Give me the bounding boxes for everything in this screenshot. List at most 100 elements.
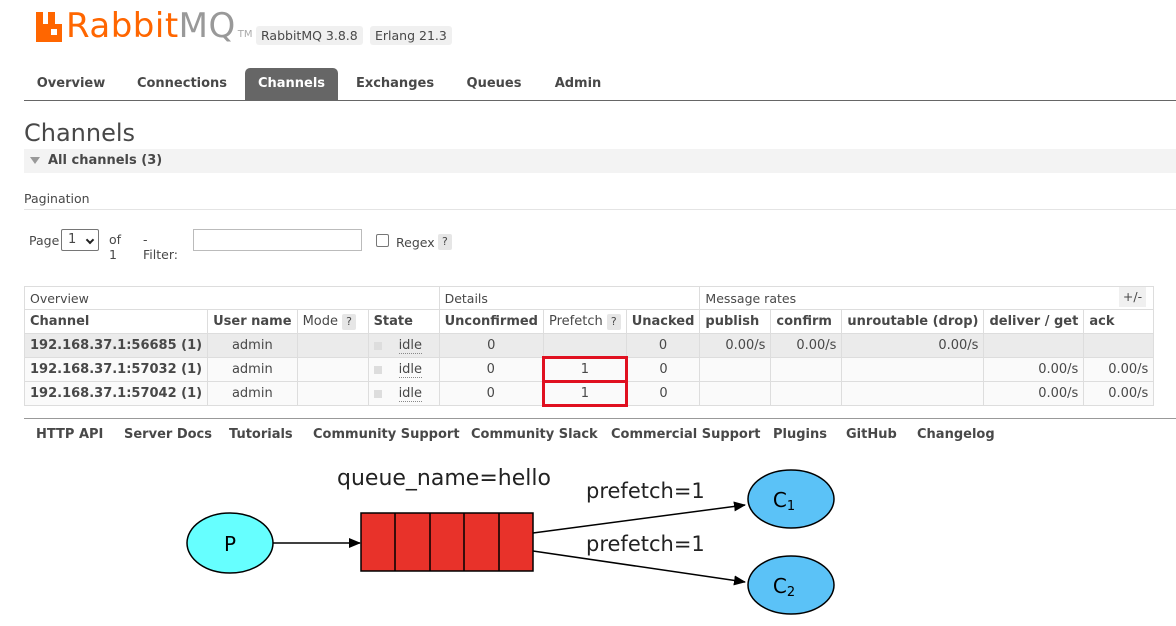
prefetch-diagram: queue_name=hello P prefetch=1 prefetch=1… bbox=[186, 466, 835, 615]
tab-connections[interactable]: Connections bbox=[126, 68, 238, 100]
tab-overview[interactable]: Overview bbox=[24, 68, 118, 100]
channel-link[interactable]: 192.168.37.1:57032 (1) bbox=[23, 357, 209, 382]
unacked-cell: 0 bbox=[625, 357, 701, 382]
tab-queues[interactable]: Queues bbox=[452, 68, 536, 100]
main-nav: Overview Connections Channels Exchanges … bbox=[24, 68, 1176, 101]
channel-link[interactable]: 192.168.37.1:56685 (1) bbox=[23, 333, 209, 358]
col-confirm[interactable]: confirm bbox=[770, 309, 843, 334]
ack-rate-cell bbox=[1083, 333, 1155, 358]
col-prefetch-label: Prefetch bbox=[548, 313, 603, 329]
producer-label: P bbox=[224, 532, 236, 556]
col-unconfirmed[interactable]: Unconfirmed bbox=[438, 309, 544, 334]
queue-node bbox=[360, 512, 534, 572]
state-value: idle bbox=[398, 362, 423, 378]
col-user-name[interactable]: User name bbox=[207, 309, 298, 334]
filter-input[interactable] bbox=[193, 229, 362, 251]
mode-cell bbox=[296, 357, 369, 382]
deliver-rate-cell bbox=[983, 333, 1085, 358]
user-name-cell: admin bbox=[207, 333, 298, 358]
confirm-rate-cell: 0.00/s bbox=[770, 333, 843, 358]
channel-link[interactable]: 192.168.37.1:57042 (1) bbox=[23, 381, 209, 406]
collapse-triangle-icon bbox=[30, 157, 40, 164]
unroutable-rate-cell bbox=[841, 381, 985, 406]
unroutable-rate-cell: 0.00/s bbox=[841, 333, 985, 358]
col-channel[interactable]: Channel bbox=[23, 309, 209, 334]
pagination-divider bbox=[24, 209, 1176, 210]
col-mode: Mode ? bbox=[296, 309, 369, 334]
footer-link-commercial-support[interactable]: Commercial Support bbox=[611, 427, 761, 442]
footer-divider bbox=[24, 418, 1176, 419]
ack-rate-cell: 0.00/s bbox=[1083, 381, 1155, 406]
unconfirmed-cell: 0 bbox=[438, 357, 544, 382]
rabbitmq-logo-icon bbox=[36, 12, 62, 42]
footer-link-plugins[interactable]: Plugins bbox=[773, 427, 827, 442]
pagination-label: Pagination bbox=[24, 191, 90, 206]
mode-cell bbox=[296, 333, 369, 358]
tab-exchanges[interactable]: Exchanges bbox=[346, 68, 444, 100]
footer-link-community-support[interactable]: Community Support bbox=[313, 427, 460, 442]
ack-rate-cell: 0.00/s bbox=[1083, 357, 1155, 382]
page-label: Page bbox=[29, 233, 60, 248]
unacked-cell: 0 bbox=[625, 381, 701, 406]
table-row: 192.168.37.1:56685 (1) admin idle 0 0 0.… bbox=[23, 333, 1155, 358]
regex-checkbox[interactable] bbox=[376, 234, 389, 247]
trademark: TM bbox=[237, 29, 253, 40]
table-row: 192.168.37.1:57042 (1) admin idle 0 1 0 … bbox=[23, 380, 1155, 407]
prefetch-help-button[interactable]: ? bbox=[606, 313, 621, 330]
unconfirmed-cell: 0 bbox=[438, 333, 544, 358]
col-state[interactable]: State bbox=[367, 309, 440, 334]
col-deliver-get[interactable]: deliver / get bbox=[983, 309, 1085, 334]
state-cell: idle bbox=[367, 333, 440, 358]
unacked-cell: 0 bbox=[625, 333, 701, 358]
regex-help-button[interactable]: ? bbox=[438, 234, 452, 250]
column-toggle-button[interactable]: +/- bbox=[1119, 287, 1146, 307]
footer-link-changelog[interactable]: Changelog bbox=[917, 427, 995, 442]
user-name-cell: admin bbox=[207, 357, 298, 382]
footer-link-server-docs[interactable]: Server Docs bbox=[124, 427, 212, 442]
footer-link-community-slack[interactable]: Community Slack bbox=[471, 427, 598, 442]
mode-help-button[interactable]: ? bbox=[342, 313, 356, 330]
mode-cell bbox=[296, 381, 369, 406]
col-unacked[interactable]: Unacked bbox=[625, 309, 701, 334]
user-name-cell: admin bbox=[207, 381, 298, 406]
group-message-rates: Message rates bbox=[699, 286, 1155, 310]
col-unroutable[interactable]: unroutable (drop) bbox=[841, 309, 985, 334]
state-cell: idle bbox=[367, 357, 440, 382]
confirm-rate-cell bbox=[770, 381, 843, 406]
erlang-version: Erlang 21.3 bbox=[370, 26, 452, 45]
page-select[interactable]: 1 bbox=[61, 229, 99, 251]
state-cell: idle bbox=[367, 381, 440, 406]
footer-link-github[interactable]: GitHub bbox=[846, 427, 897, 442]
publish-rate-cell: 0.00/s bbox=[699, 333, 772, 358]
logo-text-mq: MQ bbox=[178, 6, 236, 46]
state-value: idle bbox=[398, 386, 423, 402]
confirm-rate-cell bbox=[770, 357, 843, 382]
filter-label: - Filter: bbox=[143, 232, 178, 262]
page-title: Channels bbox=[24, 119, 136, 147]
publish-rate-cell bbox=[699, 357, 772, 382]
state-indicator-icon bbox=[373, 389, 382, 398]
prefetch-cell-highlighted: 1 bbox=[541, 356, 628, 383]
deliver-rate-cell: 0.00/s bbox=[983, 357, 1085, 382]
col-prefetch: Prefetch ? bbox=[542, 309, 627, 334]
unroutable-rate-cell bbox=[841, 357, 985, 382]
footer-link-http-api[interactable]: HTTP API bbox=[36, 427, 103, 442]
tab-admin[interactable]: Admin bbox=[544, 68, 612, 100]
state-indicator-icon bbox=[373, 365, 382, 374]
col-publish[interactable]: publish bbox=[699, 309, 772, 334]
col-ack[interactable]: ack bbox=[1083, 309, 1155, 334]
footer-link-tutorials[interactable]: Tutorials bbox=[229, 427, 293, 442]
col-mode-label: Mode bbox=[302, 313, 338, 329]
prefetch-cell bbox=[542, 333, 627, 358]
regex-label: Regex bbox=[396, 235, 435, 250]
tab-channels[interactable]: Channels bbox=[245, 68, 338, 100]
channels-table: Overview Details Message rates Channel U… bbox=[23, 286, 1155, 407]
queue-name-label: queue_name=hello bbox=[337, 466, 551, 491]
group-details: Details bbox=[438, 286, 701, 310]
publish-rate-cell bbox=[699, 381, 772, 406]
rabbitmq-version: RabbitMQ 3.8.8 bbox=[256, 26, 363, 45]
all-channels-toggle[interactable]: All channels (3) bbox=[24, 149, 1176, 173]
deliver-rate-cell: 0.00/s bbox=[983, 381, 1085, 406]
queue-to-c1-edge bbox=[532, 501, 746, 534]
prefetch-cell-highlighted: 1 bbox=[541, 380, 628, 407]
